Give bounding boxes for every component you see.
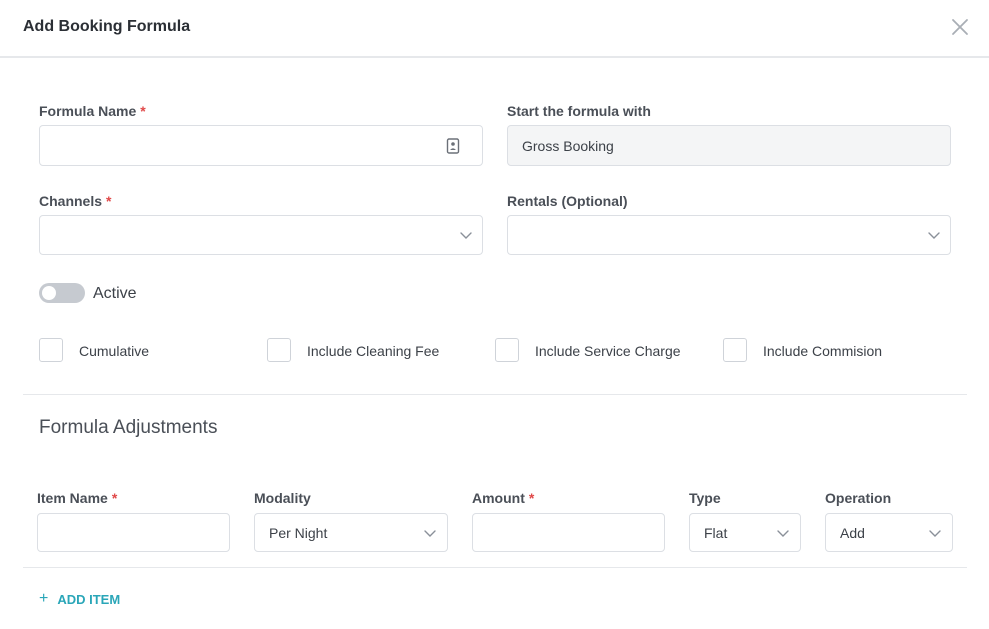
include-cleaning-fee-label: Include Cleaning Fee — [307, 343, 440, 359]
chevron-down-icon — [460, 232, 472, 239]
chevron-down-icon — [424, 529, 436, 537]
amount-label: Amount * — [472, 490, 535, 506]
active-toggle-label: Active — [93, 285, 137, 302]
modality-select[interactable]: Per Night — [254, 513, 448, 552]
modality-value: Per Night — [269, 524, 328, 541]
chevron-down-icon — [777, 529, 789, 537]
cumulative-checkbox[interactable] — [39, 338, 63, 362]
start-with-label: Start the formula with — [507, 103, 651, 119]
cumulative-label: Cumulative — [79, 343, 150, 359]
channels-label: Channels * — [39, 193, 112, 209]
add-item-button[interactable]: + ADD ITEM — [39, 590, 120, 608]
amount-field[interactable] — [472, 513, 665, 552]
modality-label: Modality — [254, 490, 311, 506]
contact-card-icon — [446, 137, 460, 154]
modal-title: Add Booking Formula — [23, 18, 191, 35]
include-commision-label: Include Commision — [763, 343, 883, 359]
operation-select[interactable]: Add — [825, 513, 953, 552]
plus-icon: + — [39, 590, 49, 607]
active-toggle[interactable] — [39, 283, 85, 303]
item-name-field[interactable] — [37, 513, 230, 552]
formula-adjustments-title: Formula Adjustments — [39, 417, 218, 438]
required-marker: * — [528, 490, 535, 506]
add-item-label: ADD ITEM — [57, 591, 121, 607]
operation-label: Operation — [825, 490, 892, 506]
formula-name-field[interactable] — [39, 125, 483, 166]
required-marker: * — [140, 103, 146, 119]
start-with-value: Gross Booking — [522, 137, 614, 154]
row-divider — [23, 567, 967, 568]
include-service-charge-label: Include Service Charge — [535, 343, 681, 359]
channels-select[interactable] — [39, 215, 483, 255]
type-select[interactable]: Flat — [689, 513, 801, 552]
item-name-input[interactable] — [38, 514, 229, 551]
item-name-label: Item Name * — [37, 490, 118, 506]
rentals-label: Rentals (Optional) — [507, 193, 628, 209]
chevron-down-icon — [929, 529, 941, 537]
rentals-select[interactable] — [507, 215, 951, 255]
chevron-down-icon — [928, 232, 940, 239]
start-with-field: Gross Booking — [507, 125, 951, 166]
type-value: Flat — [704, 524, 728, 541]
section-divider — [23, 394, 967, 395]
formula-name-label: Formula Name * — [39, 103, 146, 119]
toggle-knob — [42, 286, 56, 300]
required-marker: * — [111, 490, 118, 506]
modal-header: Add Booking Formula — [0, 0, 989, 58]
include-service-charge-checkbox[interactable] — [495, 338, 519, 362]
operation-value: Add — [840, 524, 865, 541]
amount-input[interactable] — [473, 514, 664, 551]
include-cleaning-fee-checkbox[interactable] — [267, 338, 291, 362]
close-button[interactable] — [950, 17, 970, 37]
close-icon — [952, 19, 968, 35]
type-label: Type — [689, 490, 721, 506]
required-marker: * — [106, 193, 112, 209]
include-commision-checkbox[interactable] — [723, 338, 747, 362]
formula-name-input[interactable] — [40, 126, 482, 165]
